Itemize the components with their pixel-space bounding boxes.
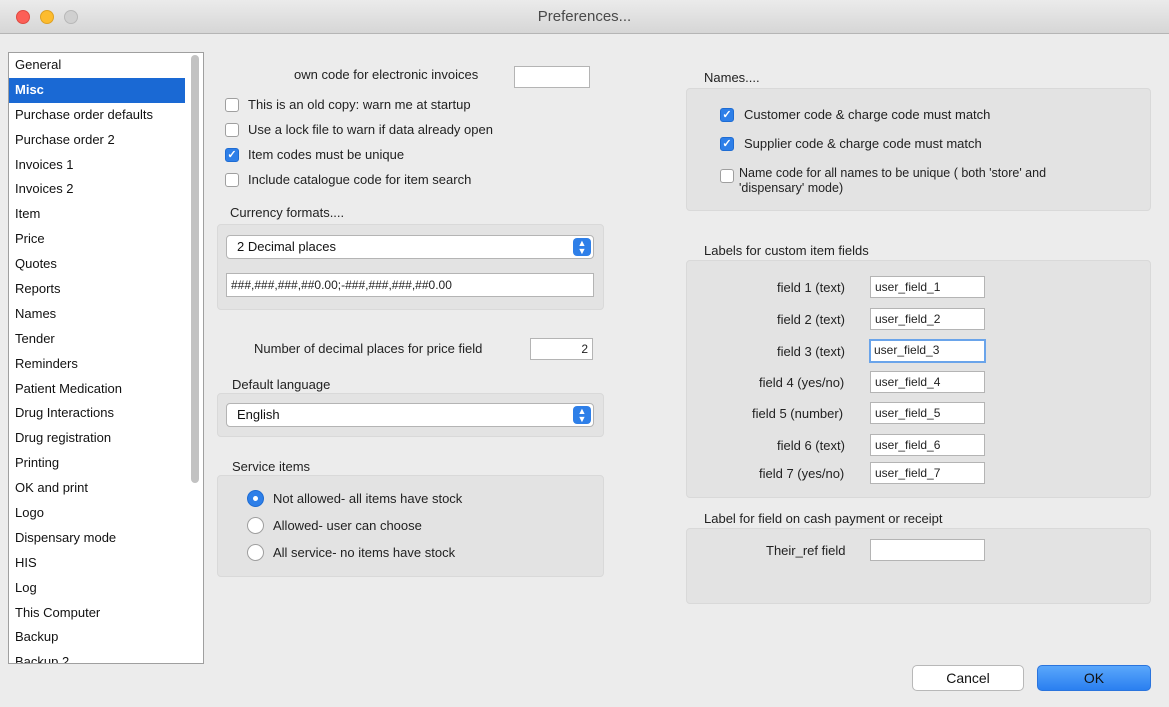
sidebar-item-reminders[interactable]: Reminders [9, 352, 185, 377]
field-1-label: field 1 (text) [777, 280, 845, 295]
cancel-button[interactable]: Cancel [912, 665, 1024, 691]
service-items-heading: Service items [232, 459, 311, 474]
title-bar: Preferences... [0, 0, 1169, 34]
sidebar-item-ok-and-print[interactable]: OK and print [9, 476, 185, 501]
field-5-input[interactable]: user_field_5 [870, 402, 985, 424]
service-all-service-radio[interactable] [247, 544, 264, 561]
item-codes-unique-checkbox[interactable]: ✓ [225, 148, 239, 162]
chevron-updown-icon: ▲ ▼ [573, 406, 591, 424]
ok-button[interactable]: OK [1037, 665, 1151, 691]
sidebar-item-his[interactable]: HIS [9, 551, 185, 576]
field-5-label: field 5 (number) [752, 406, 844, 421]
old-copy-checkbox[interactable] [225, 98, 239, 112]
name-code-unique-label-line2: 'dispensary' mode) [739, 181, 844, 195]
field-3-label: field 3 (text) [777, 344, 845, 359]
sidebar-item-purchase-order-2[interactable]: Purchase order 2 [9, 128, 185, 153]
field-7-input[interactable]: user_field_7 [870, 462, 985, 484]
service-not-allowed-radio[interactable] [247, 490, 264, 507]
cash-payment-heading: Label for field on cash payment or recei… [704, 511, 943, 526]
chevron-updown-icon: ▲ ▼ [573, 238, 591, 256]
catalogue-code-label: Include catalogue code for item search [248, 172, 472, 187]
sidebar-item-tender[interactable]: Tender [9, 327, 185, 352]
own-code-input[interactable] [514, 66, 590, 88]
sidebar-item-printing[interactable]: Printing [9, 451, 185, 476]
service-allowed-label: Allowed- user can choose [273, 518, 422, 533]
currency-format-select[interactable]: 2 Decimal places ▲ ▼ [226, 235, 594, 259]
sidebar-item-drug-registration[interactable]: Drug registration [9, 426, 185, 451]
sidebar-item-invoices-1[interactable]: Invoices 1 [9, 153, 185, 178]
sidebar-item-names[interactable]: Names [9, 302, 185, 327]
own-code-label: own code for electronic invoices [294, 67, 479, 82]
sidebar-item-this-computer[interactable]: This Computer [9, 601, 185, 626]
field-1-input[interactable]: user_field_1 [870, 276, 985, 298]
custom-fields-heading: Labels for custom item fields [704, 243, 869, 258]
language-select-value: English [237, 407, 280, 422]
customer-code-match-label: Customer code & charge code must match [744, 107, 991, 122]
sidebar-item-item[interactable]: Item [9, 202, 185, 227]
field-2-input[interactable]: user_field_2 [870, 308, 985, 330]
currency-format-select-value: 2 Decimal places [237, 239, 336, 254]
preferences-category-list[interactable]: General Misc Purchase order defaults Pur… [8, 52, 204, 664]
item-codes-unique-label: Item codes must be unique [248, 147, 405, 162]
sidebar-item-price[interactable]: Price [9, 227, 185, 252]
old-copy-label: This is an old copy: warn me at startup [248, 97, 471, 112]
sidebar-item-backup[interactable]: Backup [9, 625, 185, 650]
names-heading: Names.... [704, 70, 760, 85]
sidebar-item-dispensary-mode[interactable]: Dispensary mode [9, 526, 185, 551]
their-ref-label: Their_ref field [766, 543, 846, 558]
sidebar-item-log[interactable]: Log [9, 576, 185, 601]
lock-file-checkbox[interactable] [225, 123, 239, 137]
field-6-input[interactable]: user_field_6 [870, 434, 985, 456]
sidebar-item-quotes[interactable]: Quotes [9, 252, 185, 277]
field-6-label: field 6 (text) [777, 438, 845, 453]
default-language-heading: Default language [232, 377, 331, 392]
sidebar-item-reports[interactable]: Reports [9, 277, 185, 302]
language-select[interactable]: English ▲ ▼ [226, 403, 594, 427]
their-ref-input[interactable] [870, 539, 985, 561]
customer-code-match-checkbox[interactable]: ✓ [720, 108, 734, 122]
currency-format-string-input[interactable]: ###,###,###,##0.00;-###,###,###,##0.00 [226, 273, 594, 297]
currency-formats-heading: Currency formats.... [230, 205, 345, 220]
service-not-allowed-label: Not allowed- all items have stock [273, 491, 463, 506]
field-2-label: field 2 (text) [777, 312, 845, 327]
sidebar-item-backup-2[interactable]: Backup 2 [9, 650, 185, 663]
sidebar-item-purchase-order-defaults[interactable]: Purchase order defaults [9, 103, 185, 128]
sidebar-item-misc[interactable]: Misc [9, 77, 185, 103]
sidebar-item-invoices-2[interactable]: Invoices 2 [9, 177, 185, 202]
decimal-places-label: Number of decimal places for price field [254, 341, 483, 356]
sidebar-scrollbar[interactable] [190, 55, 200, 661]
window-title: Preferences... [537, 8, 632, 25]
name-code-unique-label: Name code for all names to be unique ( b… [739, 166, 1047, 180]
field-3-input[interactable]: user_field_3 [869, 339, 986, 363]
field-4-input[interactable]: user_field_4 [870, 371, 985, 393]
decimal-places-input[interactable]: 2 [530, 338, 593, 360]
sidebar-scrollbar-thumb[interactable] [191, 55, 199, 483]
name-code-unique-checkbox[interactable] [720, 169, 734, 183]
supplier-code-match-label: Supplier code & charge code must match [744, 136, 982, 151]
field-4-label: field 4 (yes/no) [759, 375, 845, 390]
field-7-label: field 7 (yes/no) [759, 466, 845, 481]
sidebar-item-logo[interactable]: Logo [9, 501, 185, 526]
lock-file-label: Use a lock file to warn if data already … [248, 122, 493, 137]
supplier-code-match-checkbox[interactable]: ✓ [720, 137, 734, 151]
sidebar-item-patient-medication[interactable]: Patient Medication [9, 377, 185, 402]
service-allowed-radio[interactable] [247, 517, 264, 534]
sidebar-item-general[interactable]: General [9, 53, 185, 78]
sidebar-item-drug-interactions[interactable]: Drug Interactions [9, 401, 185, 426]
service-all-service-label: All service- no items have stock [273, 545, 456, 560]
catalogue-code-checkbox[interactable] [225, 173, 239, 187]
